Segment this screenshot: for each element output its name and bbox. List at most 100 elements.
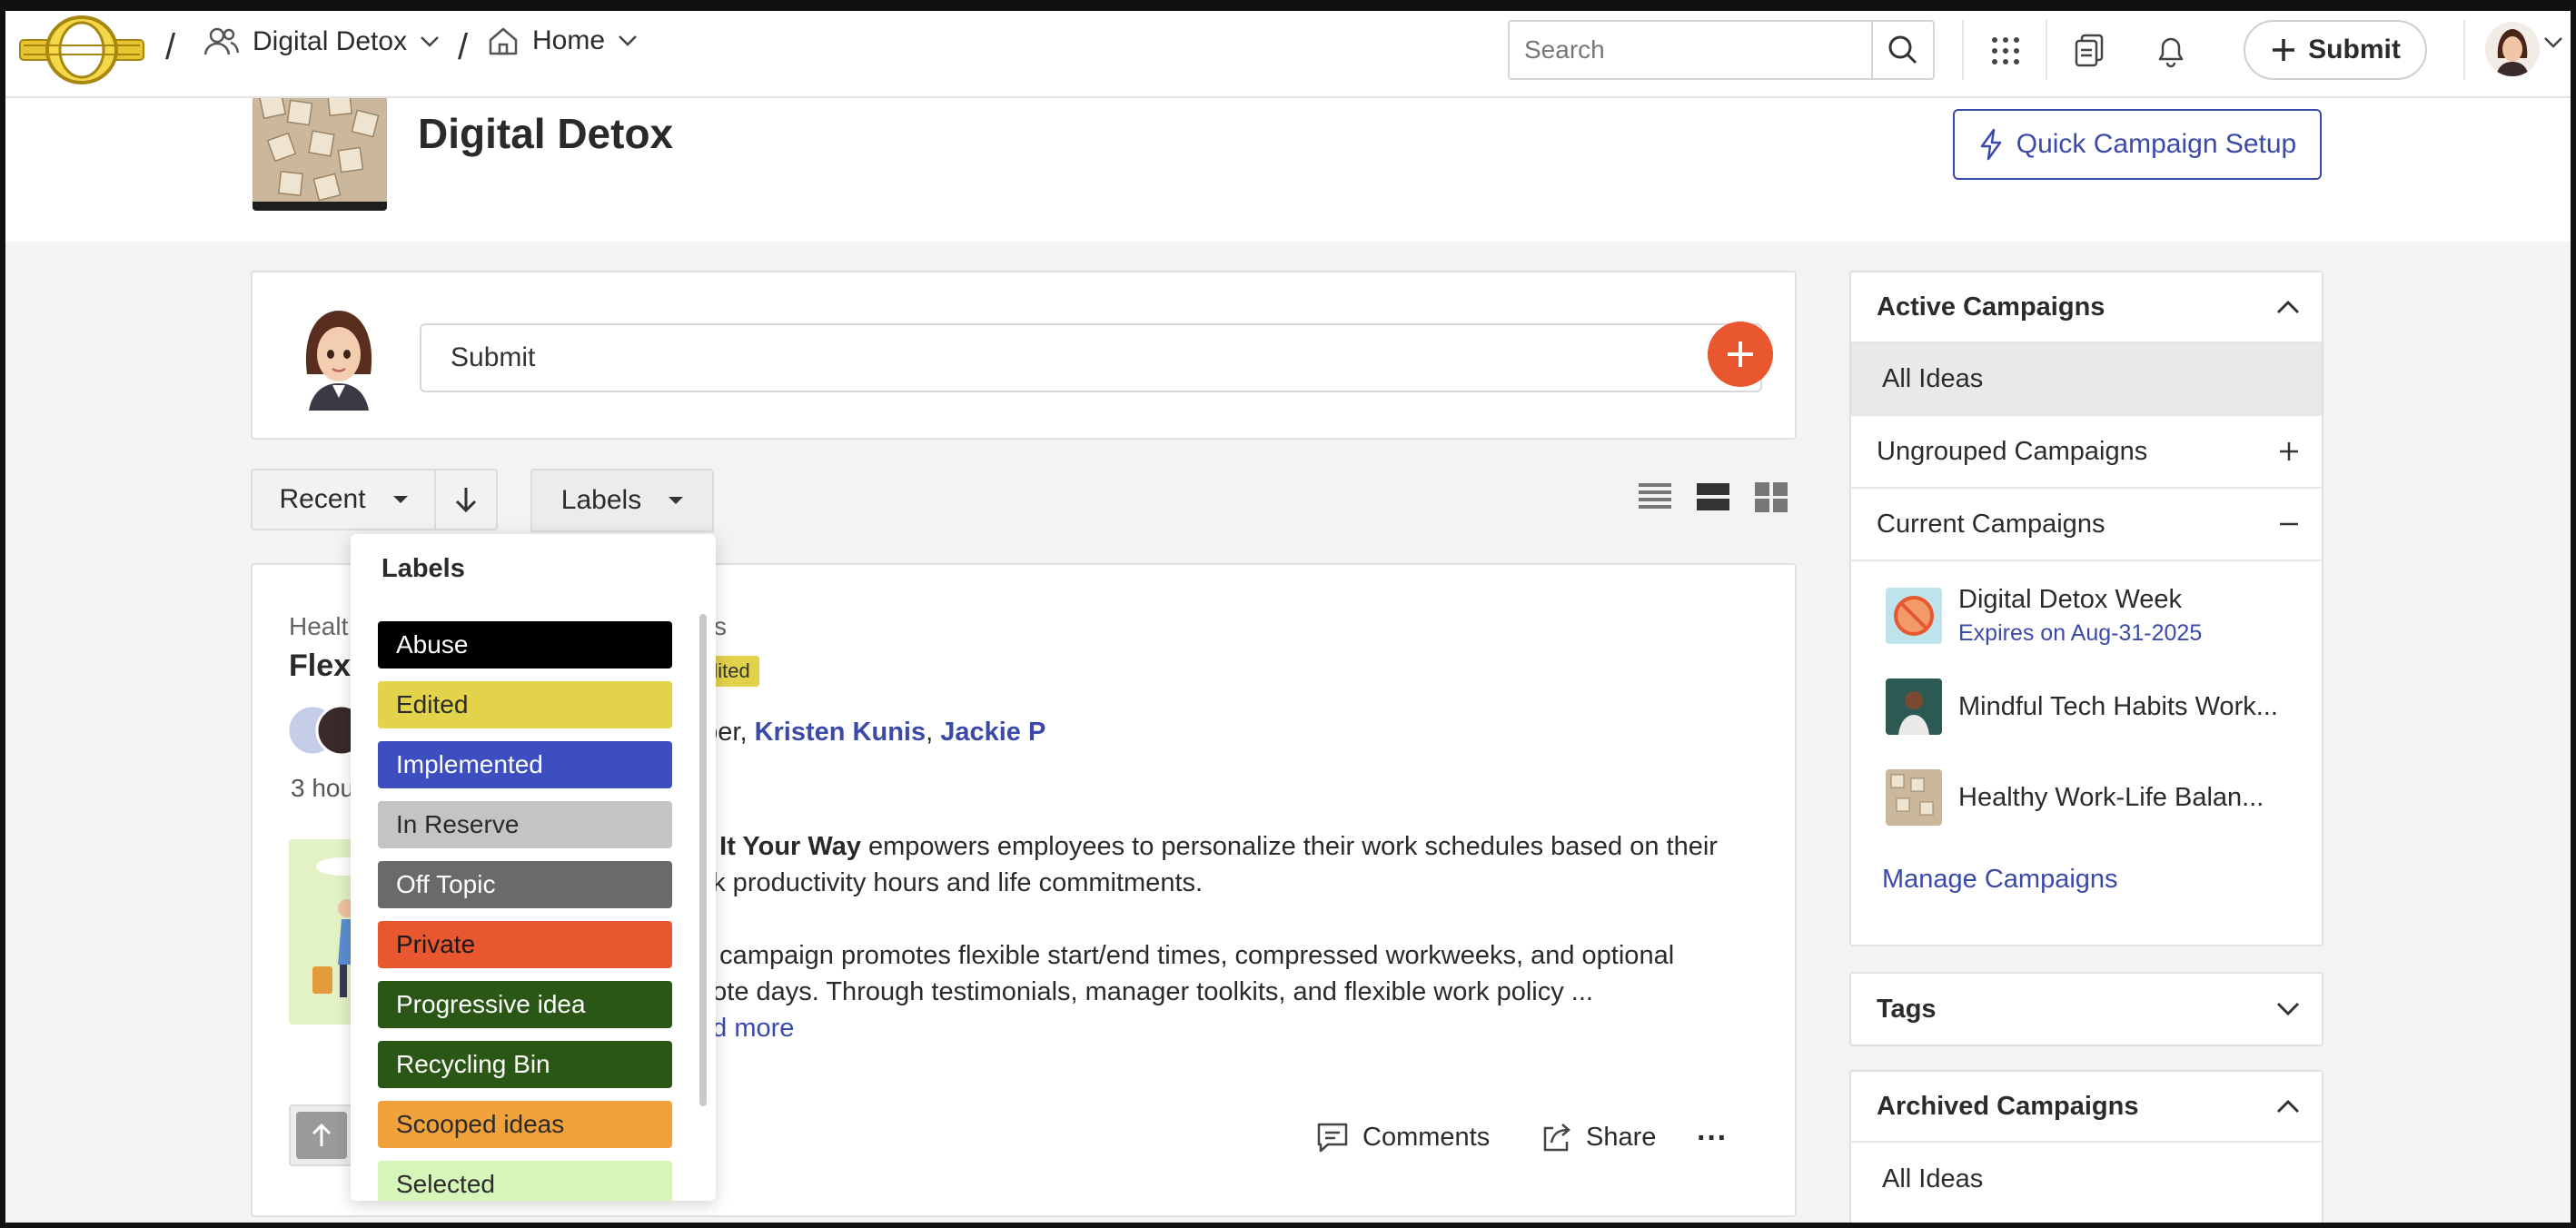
tags-header[interactable]: Tags	[1851, 974, 2322, 1045]
comments-button[interactable]: Comments	[1315, 1121, 1490, 1154]
label-option[interactable]: Implemented	[378, 741, 672, 788]
share-label: Share	[1586, 1122, 1657, 1152]
quick-campaign-setup-button[interactable]: Quick Campaign Setup	[1953, 109, 2322, 180]
campaign-thumbnail	[253, 85, 387, 211]
authors-separator: ,	[926, 718, 941, 747]
divider	[1962, 20, 1964, 80]
label-option[interactable]: Recycling Bin	[378, 1041, 672, 1088]
caret-down-icon	[392, 496, 408, 503]
search-button[interactable]	[1871, 22, 1933, 78]
archived-campaigns-panel: Archived Campaigns All Ideas	[1849, 1070, 2323, 1228]
archived-campaigns-title: Archived Campaigns	[1877, 1091, 2139, 1121]
breadcrumb-community-label: Digital Detox	[253, 26, 408, 56]
label-option[interactable]: Private	[378, 921, 672, 968]
idea-category[interactable]: Healt	[289, 612, 348, 641]
author-link[interactable]: Jackie P	[940, 718, 1045, 747]
arrow-down-icon	[455, 488, 477, 513]
scrollbar[interactable]	[699, 614, 707, 1106]
tags-panel: Tags	[1849, 972, 2323, 1046]
users-icon	[203, 27, 240, 55]
chevron-down-icon[interactable]	[2543, 36, 2563, 54]
breadcrumb-community[interactable]: Digital Detox	[203, 25, 440, 58]
card-view-icon[interactable]	[1697, 481, 1729, 512]
campaign-expiry: Expires on Aug-31-2025	[1958, 620, 2203, 646]
archived-campaigns-header[interactable]: Archived Campaigns	[1851, 1072, 2322, 1143]
comments-label: Comments	[1362, 1122, 1491, 1152]
campaign-item[interactable]: Mindful Tech Habits Work...	[1851, 661, 2322, 752]
campaign-thumbnail	[1886, 588, 1942, 644]
breadcrumb-separator: /	[165, 27, 176, 67]
sort-dropdown[interactable]: Recent	[253, 470, 436, 529]
label-option[interactable]: Edited	[378, 681, 672, 728]
breadcrumb-home[interactable]: Home	[487, 25, 638, 56]
search-icon	[1888, 35, 1917, 64]
label-option[interactable]: Abuse	[378, 621, 672, 668]
label-option[interactable]: Scooped ideas	[378, 1101, 672, 1148]
sort-direction-button[interactable]	[436, 470, 496, 529]
labels-filter-label: Labels	[560, 485, 642, 515]
campaign-item[interactable]: Digital Detox Week Expires on Aug-31-202…	[1851, 570, 2322, 661]
labels-filter-button[interactable]: Labels	[530, 469, 714, 532]
campaign-name: Healthy Work-Life Balan...	[1958, 782, 2264, 812]
idea-timestamp: 3 hou	[291, 774, 355, 802]
sidebar-item-label: All Ideas	[1882, 1164, 1984, 1193]
campaign-thumbnail	[1886, 769, 1942, 826]
tags-title: Tags	[1877, 994, 1937, 1024]
sidebar-item-archived-all-ideas[interactable]: All Ideas	[1851, 1143, 2322, 1215]
label-option[interactable]: Off Topic	[378, 861, 672, 908]
divider	[2046, 20, 2047, 80]
user-avatar[interactable]	[2485, 22, 2540, 76]
author-link[interactable]: Kristen Kunis	[755, 718, 926, 747]
campaign-name: Mindful Tech Habits Work...	[1958, 691, 2278, 721]
search-box	[1508, 20, 1935, 80]
chevron-down-icon	[2276, 1002, 2300, 1016]
more-icon: ···	[1697, 1121, 1728, 1155]
idea-text: e campaign promotes flexible start/end t…	[698, 941, 1675, 970]
breadcrumb-separator: /	[458, 27, 469, 67]
documents-icon[interactable]	[2069, 31, 2109, 71]
list-view-icon[interactable]	[1639, 481, 1671, 512]
grid-view-icon[interactable]	[1755, 481, 1788, 512]
campaign-thumbnail	[1886, 678, 1942, 735]
active-campaigns-header[interactable]: Active Campaigns	[1851, 272, 2322, 343]
manage-campaigns-link[interactable]: Manage Campaigns	[1851, 843, 2322, 916]
upvote-button[interactable]	[289, 1104, 354, 1166]
divider	[2463, 20, 2465, 80]
breadcrumb-home-label: Home	[532, 25, 606, 55]
plus-icon	[2280, 442, 2298, 460]
idea-bold-phrase: x It Your Way	[698, 832, 861, 861]
sidebar-item-label: Current Campaigns	[1877, 509, 2105, 539]
chevron-down-icon	[619, 35, 637, 46]
apps-grid-icon[interactable]	[1986, 31, 2026, 71]
sidebar-item-all-ideas[interactable]: All Ideas	[1851, 343, 2322, 416]
campaign-item[interactable]: Healthy Work-Life Balan...	[1851, 752, 2322, 843]
ungrouped-campaigns-row[interactable]: Ungrouped Campaigns	[1851, 416, 2322, 489]
share-button[interactable]: Share	[1541, 1121, 1656, 1154]
plus-icon	[1728, 342, 1753, 367]
campaign-name: Digital Detox Week	[1958, 585, 2183, 614]
search-input[interactable]	[1510, 22, 1871, 78]
idea-text: note days. Through testimonials, manager…	[698, 977, 1593, 1006]
bell-icon[interactable]	[2151, 31, 2191, 71]
idea-category-end: s	[714, 612, 727, 640]
labels-dropdown-menu: Labels Abuse Edited Implemented In Reserve O…	[351, 534, 716, 1201]
lightning-icon	[1980, 128, 2001, 161]
idea-authors: nber, Kristen Kunis, Jackie P	[689, 718, 1045, 748]
top-submit-label: Submit	[2308, 35, 2401, 64]
add-idea-button[interactable]	[1708, 322, 1773, 387]
idea-title[interactable]: Flex	[289, 649, 351, 684]
campaigns-panel: Active Campaigns All Ideas Ungrouped Cam…	[1849, 271, 2323, 946]
idea-text: empowers employees to personalize their …	[860, 832, 1718, 861]
current-campaigns-row[interactable]: Current Campaigns	[1851, 489, 2322, 561]
submit-idea-input[interactable]: Submit	[420, 323, 1762, 392]
more-options-button[interactable]: ···	[1697, 1121, 1728, 1156]
label-option[interactable]: Progressive idea	[378, 981, 672, 1028]
top-submit-button[interactable]: Submit	[2244, 20, 2427, 80]
page-title: Digital Detox	[418, 110, 674, 157]
logo-icon[interactable]	[16, 13, 147, 87]
chevron-up-icon	[2276, 300, 2300, 314]
label-option[interactable]: Selected	[378, 1161, 672, 1201]
label-option[interactable]: In Reserve	[378, 801, 672, 848]
idea-text: ak productivity hours and life commitmen…	[698, 868, 1204, 897]
home-icon	[489, 27, 518, 55]
